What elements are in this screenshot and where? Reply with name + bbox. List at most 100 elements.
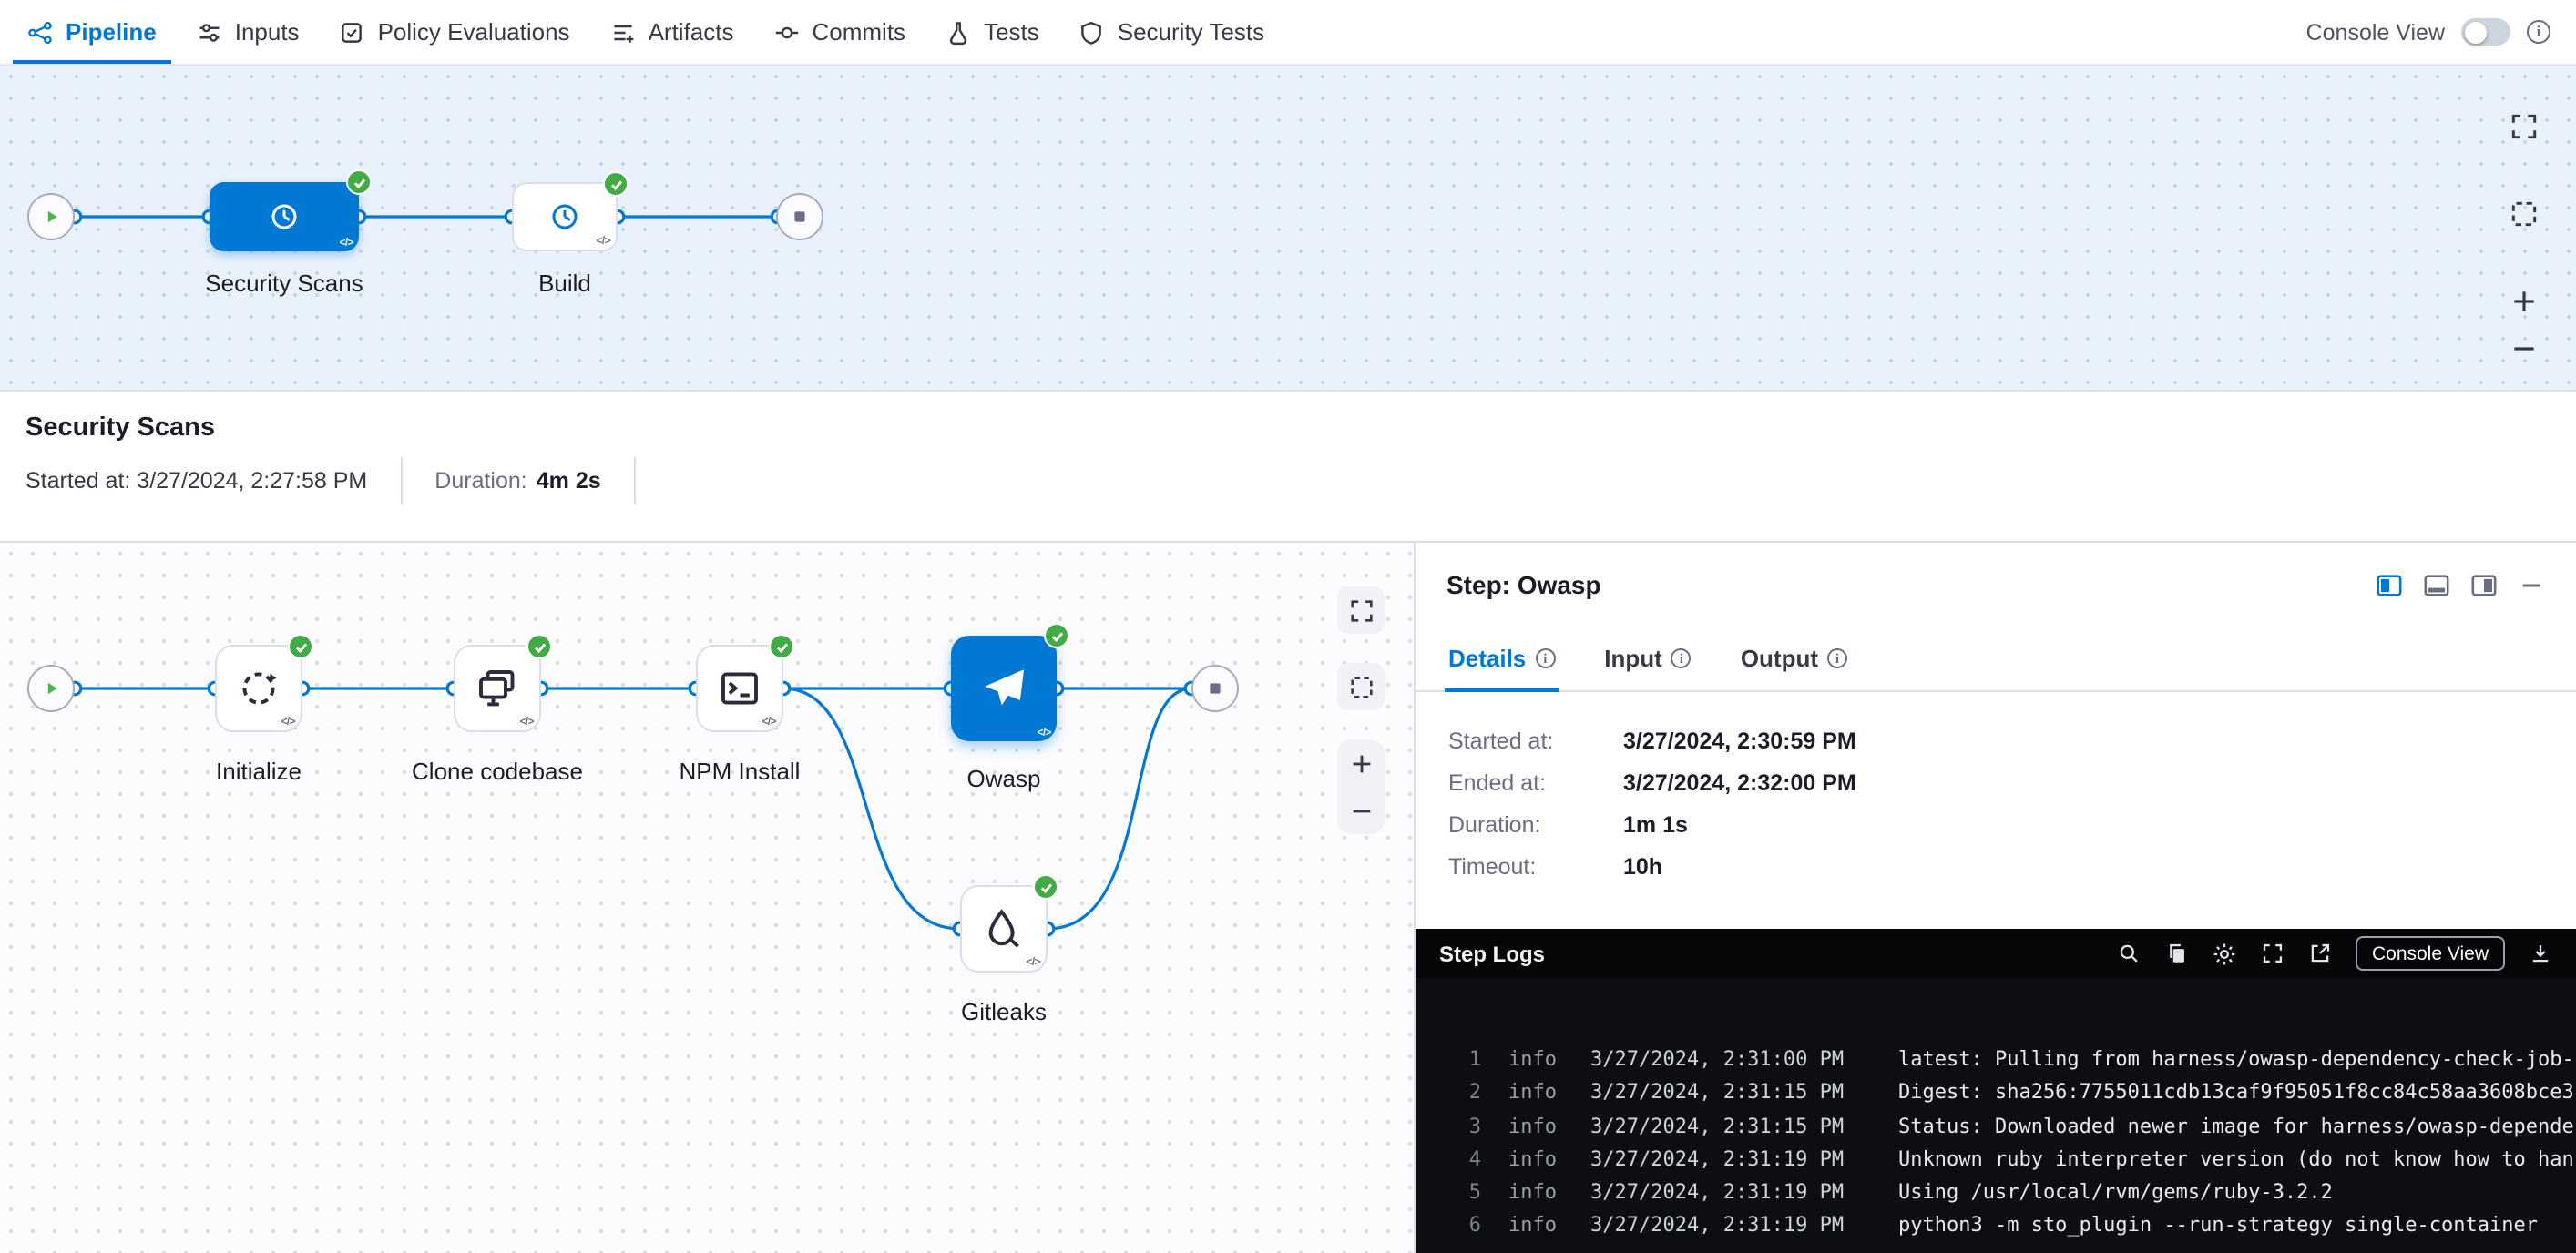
info-icon[interactable]: i <box>1827 648 1847 668</box>
detail-row: Started at: 3/27/2024, 2:30:59 PM <box>1448 728 2543 754</box>
play-icon <box>38 204 64 229</box>
code-chip: </> <box>1037 728 1051 739</box>
step-panel-tabs: Details i Input i Output i <box>1416 626 2576 692</box>
step-node-npm-install[interactable]: </> <box>696 645 783 732</box>
console-view-toggle[interactable] <box>2461 18 2510 46</box>
commit-icon <box>774 19 800 45</box>
step-logs-section: Step Logs Console View 1info3/27/2024, 2… <box>1416 929 2576 1253</box>
log-line: 4info3/27/2024, 2:31:19 PMUnknown ruby i… <box>1441 1144 2576 1177</box>
success-check-icon <box>346 169 372 195</box>
code-chip: </> <box>596 237 610 248</box>
step-label: Gitleaks <box>961 998 1047 1025</box>
success-check-icon <box>769 634 794 659</box>
info-icon[interactable]: i <box>1671 648 1692 668</box>
tab-inputs[interactable]: Inputs <box>177 0 320 64</box>
tab-input[interactable]: Input i <box>1604 626 1692 690</box>
expand-canvas-button[interactable] <box>2499 102 2547 149</box>
play-icon <box>38 676 64 701</box>
tab-label: Pipeline <box>66 18 157 46</box>
tab-details[interactable]: Details i <box>1448 626 1555 690</box>
zoom-out-button[interactable] <box>2499 324 2547 372</box>
copy-icon[interactable] <box>2164 942 2188 965</box>
top-nav: Pipeline Inputs Policy Evaluations Artif… <box>0 0 2576 66</box>
success-check-icon <box>1044 623 1069 648</box>
step-panel-header: Step: Owasp <box>1416 543 2576 626</box>
stage-node-build[interactable]: </> <box>512 182 618 251</box>
fullscreen-icon[interactable] <box>2261 942 2285 965</box>
code-chip: </> <box>339 239 353 250</box>
console-view-button[interactable]: Console View <box>2356 936 2505 971</box>
zoom-controls <box>2499 277 2547 372</box>
code-chip: </> <box>762 718 776 728</box>
step-node-owasp[interactable]: </> <box>951 636 1057 741</box>
step-label: Clone codebase <box>412 758 583 785</box>
stage-end-node <box>1191 665 1239 712</box>
info-icon[interactable]: i <box>1535 648 1555 668</box>
shield-icon <box>1079 19 1105 45</box>
marquee-select-button[interactable] <box>2499 189 2547 237</box>
step-canvas-controls <box>1337 586 1385 834</box>
stage-canvas-controls <box>2499 102 2547 372</box>
code-chip: </> <box>1026 958 1040 969</box>
search-icon[interactable] <box>2117 942 2141 965</box>
owasp-icon <box>980 665 1027 712</box>
console-view-label: Console View <box>2306 19 2445 45</box>
stage-started-at: Started at: 3/27/2024, 2:27:58 PM <box>26 457 402 504</box>
tab-label: Inputs <box>235 18 300 46</box>
tab-label: Security Tests <box>1118 18 1264 46</box>
tab-label: Artifacts <box>649 18 734 46</box>
expand-canvas-button[interactable] <box>1337 586 1385 634</box>
panel-layout-controls <box>2376 571 2545 598</box>
download-icon[interactable] <box>2529 942 2552 965</box>
step-label: Initialize <box>216 758 302 785</box>
stage-summary-row: Started at: 3/27/2024, 2:27:58 PM Durati… <box>26 457 2550 504</box>
step-logs-body[interactable]: 1info3/27/2024, 2:31:00 PMlatest: Pullin… <box>1416 978 2576 1253</box>
settings-gear-icon[interactable] <box>2212 941 2237 966</box>
stop-icon <box>787 204 813 229</box>
layout-bottom-pane-icon[interactable] <box>2423 571 2450 598</box>
step-graph-canvas: </> Initialize </> Clone codebase </> NP… <box>0 543 1416 1253</box>
tab-commits[interactable]: Commits <box>754 0 926 64</box>
initialize-icon <box>237 667 281 710</box>
terminal-icon <box>718 667 762 710</box>
layout-left-pane-icon[interactable] <box>2376 571 2403 598</box>
step-node-gitleaks[interactable]: </> <box>960 885 1048 973</box>
stage-summary-bar: Security Scans Started at: 3/27/2024, 2:… <box>0 390 2576 543</box>
flask-icon <box>946 19 971 45</box>
zoom-in-button[interactable] <box>2499 277 2547 324</box>
layout-right-pane-icon[interactable] <box>2470 571 2498 598</box>
step-node-initialize[interactable]: </> <box>215 645 302 732</box>
security-scan-stage-icon <box>266 199 302 235</box>
step-node-clone-codebase[interactable]: </> <box>454 645 541 732</box>
tab-output[interactable]: Output i <box>1741 626 1847 690</box>
detail-row: Timeout: 10h <box>1448 854 2543 880</box>
stage-start-node <box>27 665 75 712</box>
tab-security-tests[interactable]: Security Tests <box>1059 0 1284 64</box>
info-icon[interactable]: i <box>2527 20 2550 44</box>
open-external-icon[interactable] <box>2308 942 2332 965</box>
stage-label: Build <box>538 270 591 297</box>
zoom-in-button[interactable] <box>1337 739 1385 787</box>
tab-tests[interactable]: Tests <box>925 0 1059 64</box>
zoom-out-button[interactable] <box>1337 787 1385 834</box>
bottom-split: </> Initialize </> Clone codebase </> NP… <box>0 543 2576 1253</box>
pipeline-icon <box>27 19 53 45</box>
stage-duration: Duration: 4m 2s <box>434 457 635 504</box>
stage-node-security-scans[interactable]: </> <box>210 182 359 251</box>
success-check-icon <box>1033 874 1058 900</box>
success-check-icon <box>288 634 313 659</box>
step-label: Owasp <box>967 765 1041 792</box>
clone-codebase-icon <box>475 667 519 710</box>
tab-label: Policy Evaluations <box>378 18 570 46</box>
pipeline-start-node <box>27 193 75 240</box>
minimize-panel-icon[interactable] <box>2518 571 2545 598</box>
pipeline-execution-page: Pipeline Inputs Policy Evaluations Artif… <box>0 0 2576 1253</box>
step-logs-title: Step Logs <box>1439 941 1545 966</box>
tab-policy-evaluations[interactable]: Policy Evaluations <box>320 0 590 64</box>
tab-pipeline[interactable]: Pipeline <box>7 0 177 64</box>
detail-row: Ended at: 3/27/2024, 2:32:00 PM <box>1448 770 2543 796</box>
tab-artifacts[interactable]: Artifacts <box>590 0 754 64</box>
marquee-select-button[interactable] <box>1337 663 1385 710</box>
stage-edges <box>0 66 2576 390</box>
log-line: 1info3/27/2024, 2:31:00 PMlatest: Pullin… <box>1441 1044 2576 1077</box>
